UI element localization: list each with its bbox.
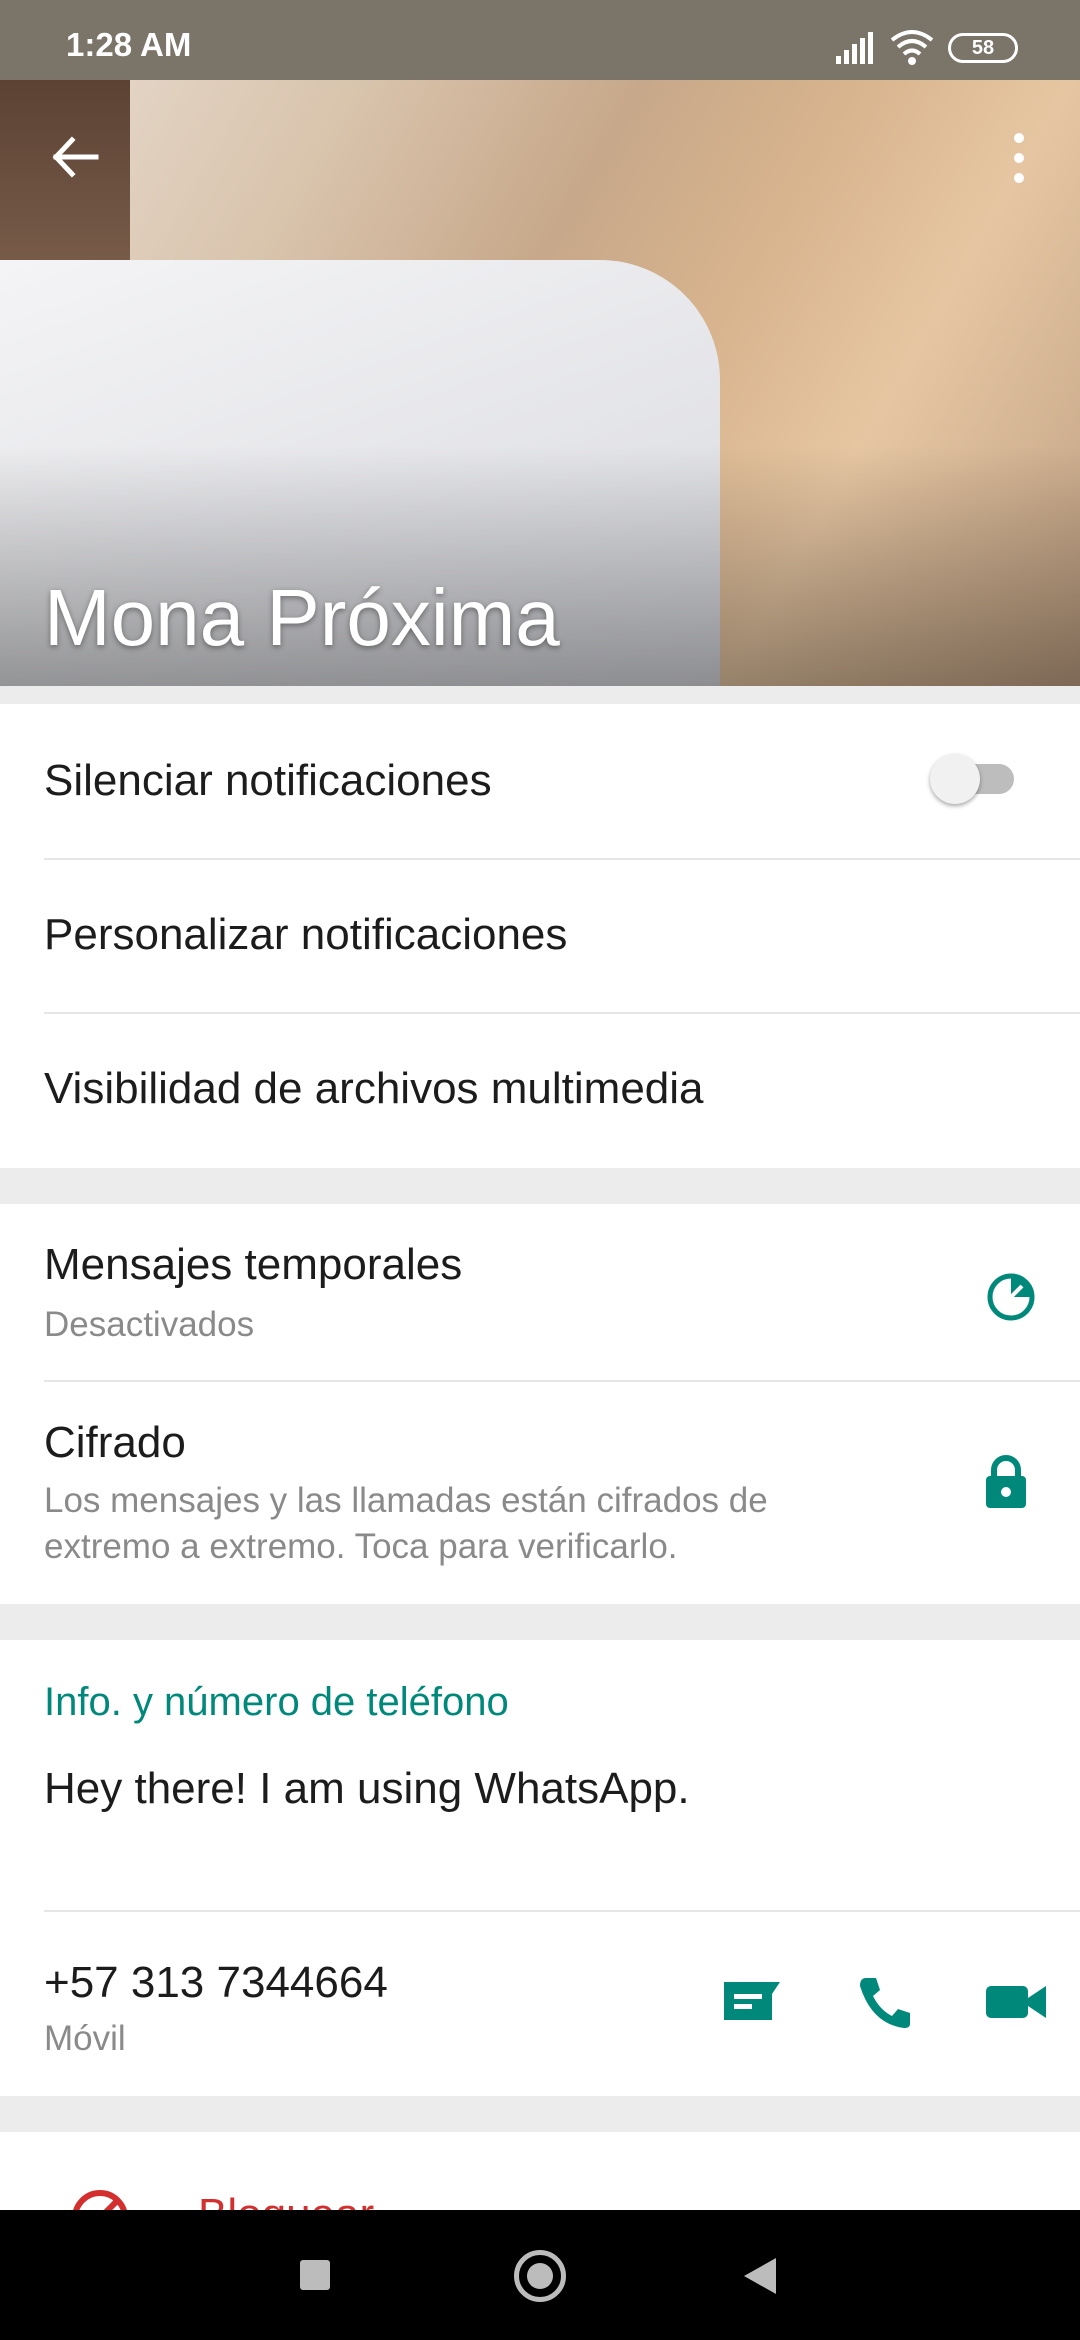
contact-name: Mona Próxima — [44, 573, 560, 662]
mute-notifications-label: Silenciar notificaciones — [44, 756, 492, 805]
timer-icon — [987, 1273, 1035, 1321]
system-nav-bar — [0, 2210, 1080, 2340]
more-vert-icon[interactable] — [1004, 130, 1034, 186]
status-time: 1:28 AM — [66, 26, 192, 63]
message-icon[interactable] — [720, 1974, 784, 2030]
block-row[interactable]: Bloquear — [0, 2132, 1080, 2210]
custom-notifications-label: Personalizar notificaciones — [44, 910, 568, 959]
info-card: Info. y número de teléfono Hey there! I … — [0, 1640, 1080, 2096]
lock-icon — [986, 1455, 1026, 1508]
encryption-label: Cifrado — [44, 1418, 186, 1467]
block-icon — [73, 2190, 127, 2210]
encryption-description-line1: Los mensajes y las llamadas están cifrad… — [44, 1481, 768, 1520]
encryption-description-line2: extremo a extremo. Toca para verificarlo… — [44, 1527, 678, 1566]
encryption-row[interactable]: Cifrado Los mensajes y las llamadas está… — [0, 1382, 1080, 1604]
phone-number: +57 313 7344664 — [44, 1958, 388, 2007]
home-button[interactable] — [514, 2250, 566, 2302]
signal-icon — [836, 32, 873, 64]
toggle-knob — [930, 754, 980, 804]
wifi-icon — [890, 30, 934, 65]
notifications-card: Silenciar notificaciones Personalizar no… — [0, 704, 1080, 1168]
phone-row[interactable]: +57 313 7344664 Móvil — [0, 1912, 1080, 2096]
media-visibility-row[interactable]: Visibilidad de archivos multimedia — [0, 1014, 1080, 1168]
mute-toggle[interactable] — [930, 750, 1016, 806]
info-section-label: Info. y número de teléfono — [44, 1680, 509, 1724]
media-visibility-label: Visibilidad de archivos multimedia — [44, 1064, 704, 1113]
arrow-left-icon[interactable] — [48, 130, 102, 184]
call-icon[interactable] — [852, 1974, 916, 2030]
disappearing-messages-row[interactable]: Mensajes temporales Desactivados — [0, 1204, 1080, 1382]
about-row: Info. y número de teléfono Hey there! I … — [0, 1640, 1080, 1912]
mute-notifications-row[interactable]: Silenciar notificaciones — [0, 704, 1080, 860]
battery-indicator: 58 — [948, 33, 1018, 63]
disappearing-messages-label: Mensajes temporales — [44, 1240, 463, 1289]
custom-notifications-row[interactable]: Personalizar notificaciones — [0, 860, 1080, 1014]
contact-header: Mona Próxima — [0, 80, 1080, 686]
about-text: Hey there! I am using WhatsApp. — [44, 1764, 690, 1813]
phone-type: Móvil — [44, 2019, 126, 2058]
back-button[interactable] — [744, 2258, 776, 2294]
privacy-card: Mensajes temporales Desactivados Cifrado… — [0, 1204, 1080, 1604]
recents-button[interactable] — [300, 2260, 330, 2290]
video-call-icon[interactable] — [984, 1974, 1048, 2030]
status-bar: 1:28 AM 58 — [0, 0, 1080, 80]
disappearing-messages-status: Desactivados — [44, 1305, 255, 1344]
block-label: Bloquear — [198, 2190, 374, 2210]
block-card: Bloquear — [0, 2132, 1080, 2210]
